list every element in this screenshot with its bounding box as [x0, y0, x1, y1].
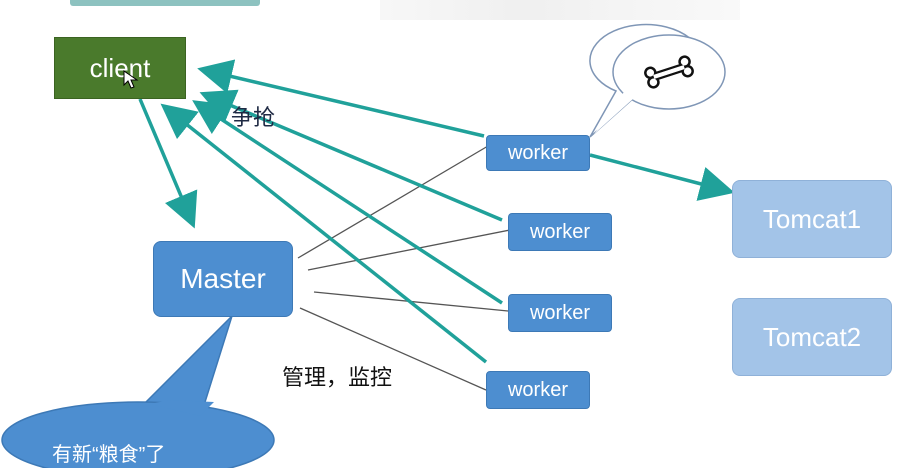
tomcat2-label: Tomcat2	[762, 321, 862, 352]
master-label: Master	[180, 263, 266, 294]
worker-4-label: worker	[507, 378, 568, 401]
worker-node-2[interactable]: worker	[508, 213, 612, 251]
worker-3-label: worker	[529, 301, 590, 324]
worker-1-label: worker	[507, 141, 568, 164]
master-node[interactable]: Master	[153, 241, 293, 317]
manage-monitor-label: 管理，监控	[282, 365, 393, 390]
tomcat1-label: Tomcat1	[762, 203, 862, 234]
client-node[interactable]: client	[54, 37, 186, 99]
client-to-master-arrow	[138, 98, 198, 229]
master-worker2-line	[307, 229, 511, 271]
worker-node-3[interactable]: worker	[508, 294, 612, 332]
worker1-to-tomcat1-arrow	[589, 153, 735, 201]
compete-label: 争抢	[231, 105, 276, 130]
tomcat2-node[interactable]: Tomcat2	[732, 298, 892, 376]
tomcat1-node[interactable]: Tomcat1	[732, 180, 892, 258]
worker-node-1[interactable]: worker	[486, 135, 590, 171]
callout-text: 有新“粮食”了	[52, 444, 166, 466]
worker-2-label: worker	[529, 220, 590, 243]
cursor-icon	[121, 68, 143, 90]
worker-node-4[interactable]: worker	[486, 371, 590, 409]
